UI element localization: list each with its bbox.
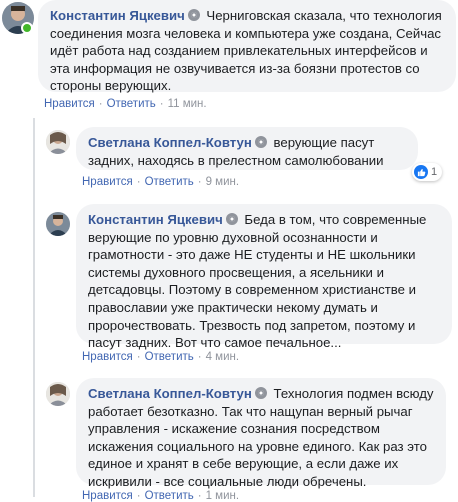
- reply-button[interactable]: Ответить: [107, 98, 156, 110]
- like-button[interactable]: Нравится: [82, 490, 133, 502]
- like-reaction-icon: [414, 165, 428, 179]
- reply-button[interactable]: Ответить: [145, 176, 194, 188]
- comment-author[interactable]: Константин Яцкевич: [88, 212, 223, 227]
- comment-time[interactable]: 11 мин.: [168, 98, 207, 110]
- online-status-icon: [21, 22, 33, 34]
- verified-badge-icon: [225, 213, 238, 225]
- reply-button[interactable]: Ответить: [145, 490, 194, 502]
- comment-author[interactable]: Константин Яцкевич: [50, 8, 185, 23]
- comment-text: Технология подмен всюду работает безотка…: [88, 386, 434, 489]
- like-button[interactable]: Нравится: [44, 98, 95, 110]
- reaction-summary[interactable]: 1: [412, 163, 443, 181]
- comment-actions: Нравится · Ответить · 1 мин.: [82, 490, 240, 502]
- thread-line: [33, 118, 35, 497]
- avatar[interactable]: [46, 212, 70, 236]
- comment-time[interactable]: 4 мин.: [206, 351, 239, 363]
- comment-text: Беда в том, что современные верующие по …: [88, 212, 427, 351]
- verified-badge-icon: [187, 9, 200, 21]
- comment-time[interactable]: 1 мин.: [206, 490, 239, 502]
- comment-bubble: Светлана Коппел-Ковтун Технология подмен…: [76, 378, 446, 489]
- reply-button[interactable]: Ответить: [145, 351, 194, 363]
- comment-actions: Нравится · Ответить · 11 мин.: [44, 98, 207, 110]
- reaction-count: 1: [431, 166, 438, 178]
- comment-actions: Нравится · Ответить · 9 мин.: [82, 176, 240, 188]
- comment-bubble: Светлана Коппел-Ковтун верующие пасут за…: [76, 127, 418, 170]
- comment-actions: Нравится · Ответить · 4 мин.: [82, 351, 240, 363]
- like-button[interactable]: Нравится: [82, 351, 133, 363]
- comment-author[interactable]: Светлана Коппел-Ковтун: [88, 135, 252, 150]
- comment-bubble: Константин Яцкевич Черниговская сказала,…: [38, 0, 456, 93]
- verified-badge-icon: [254, 387, 267, 399]
- verified-badge-icon: [254, 136, 267, 148]
- avatar[interactable]: [46, 130, 70, 154]
- avatar[interactable]: [46, 382, 70, 406]
- comment-author[interactable]: Светлана Коппел-Ковтун: [88, 386, 252, 401]
- comment-time[interactable]: 9 мин.: [206, 176, 239, 188]
- like-button[interactable]: Нравится: [82, 176, 133, 188]
- comment-bubble: Константин Яцкевич Беда в том, что совре…: [76, 204, 452, 350]
